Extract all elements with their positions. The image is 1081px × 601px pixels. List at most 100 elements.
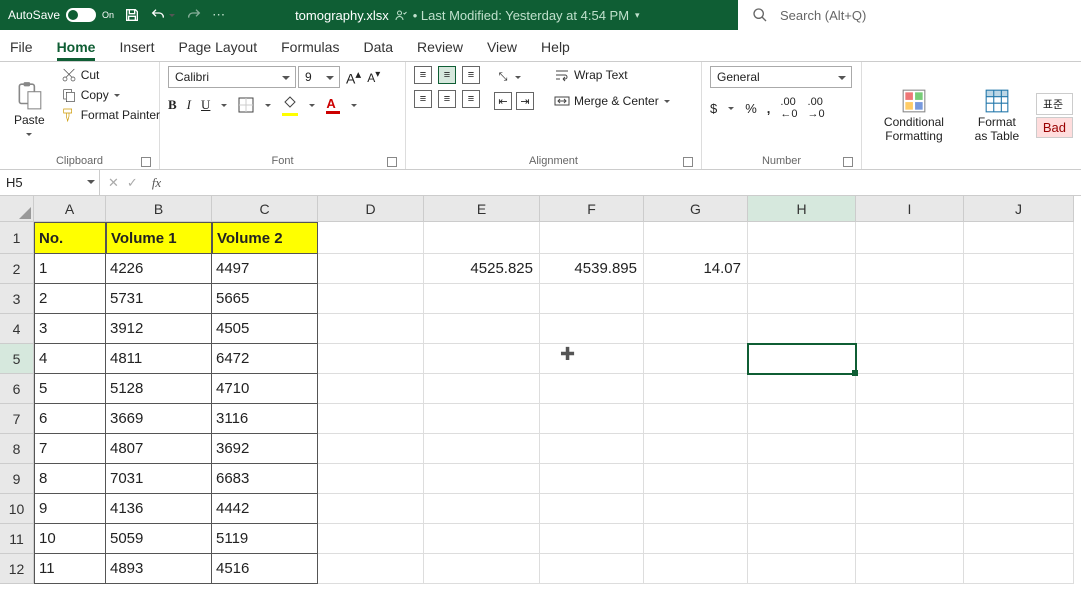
font-size-select[interactable]: 9 [298,66,340,88]
cell[interactable] [856,464,964,494]
cell[interactable] [318,344,424,374]
cell[interactable] [856,494,964,524]
increase-decimal-icon[interactable]: .00←0 [780,96,797,120]
cell[interactable]: 5731 [106,284,212,314]
cell[interactable]: 5059 [106,524,212,554]
row-header[interactable]: 11 [0,524,34,554]
cell[interactable] [856,404,964,434]
row-header[interactable]: 3 [0,284,34,314]
cell[interactable] [424,374,540,404]
cell[interactable] [856,344,964,374]
align-bottom-center-icon[interactable]: ≡ [438,90,456,108]
cell[interactable]: 8 [34,464,106,494]
row-header[interactable]: 8 [0,434,34,464]
cell[interactable]: 11 [34,554,106,584]
cell[interactable] [748,464,856,494]
dialog-launcher-icon[interactable] [387,157,397,167]
align-bottom-left-icon[interactable]: ≡ [414,90,432,108]
tab-file[interactable]: File [10,39,33,61]
search-box[interactable]: Search (Alt+Q) [738,7,1081,23]
number-format-select[interactable]: General [710,66,852,88]
cell[interactable]: 5665 [212,284,318,314]
cell[interactable] [318,524,424,554]
cell[interactable] [964,434,1074,464]
dialog-launcher-icon[interactable] [141,157,151,167]
cell[interactable] [856,314,964,344]
cell[interactable] [318,314,424,344]
cell[interactable]: 6683 [212,464,318,494]
autosave-toggle[interactable]: AutoSave On [8,8,114,22]
cell[interactable] [856,374,964,404]
column-header[interactable]: B [106,196,212,222]
cell[interactable]: 2 [34,284,106,314]
cell-style-bad[interactable]: Bad [1036,117,1073,138]
cell[interactable]: 14.07 [644,254,748,284]
cell[interactable]: 10 [34,524,106,554]
tab-review[interactable]: Review [417,39,463,61]
row-header[interactable]: 4 [0,314,34,344]
cell[interactable] [318,222,424,254]
redo-icon[interactable] [186,7,202,23]
cell[interactable] [748,404,856,434]
cell[interactable] [748,254,856,284]
accounting-format-button[interactable]: $ [710,101,717,116]
cell[interactable] [644,404,748,434]
cell[interactable] [856,524,964,554]
cell[interactable] [318,554,424,584]
cell[interactable] [748,314,856,344]
cell[interactable] [748,434,856,464]
tab-data[interactable]: Data [363,39,393,61]
cell[interactable] [964,524,1074,554]
cell[interactable] [424,554,540,584]
cell[interactable]: 4505 [212,314,318,344]
cell[interactable]: 5119 [212,524,318,554]
fill-color-button[interactable] [282,94,298,116]
cell[interactable]: 4893 [106,554,212,584]
cell[interactable]: 3692 [212,434,318,464]
cell[interactable] [424,494,540,524]
tab-formulas[interactable]: Formulas [281,39,339,61]
row-header[interactable]: 1 [0,222,34,254]
column-header[interactable]: G [644,196,748,222]
bold-button[interactable]: B [168,97,177,113]
cell[interactable]: 7 [34,434,106,464]
cell[interactable] [748,344,856,374]
cell[interactable] [540,344,644,374]
cell[interactable] [856,254,964,284]
cell[interactable] [540,374,644,404]
cell[interactable]: 6 [34,404,106,434]
cell[interactable]: 4710 [212,374,318,404]
chevron-down-icon[interactable] [308,100,316,110]
cell[interactable] [964,344,1074,374]
cell[interactable] [424,464,540,494]
cell[interactable] [644,434,748,464]
cell[interactable] [856,284,964,314]
cell[interactable]: 6472 [212,344,318,374]
cut-button[interactable]: Cut [57,66,164,84]
cell[interactable] [748,494,856,524]
decrease-font-icon[interactable]: A▾ [367,69,380,85]
qatoolbar-overflow[interactable]: ⋯ [212,7,225,23]
cell[interactable]: 4539.895 [540,254,644,284]
row-header[interactable]: 5 [0,344,34,374]
column-header[interactable]: E [424,196,540,222]
dialog-launcher-icon[interactable] [683,157,693,167]
cell[interactable] [540,524,644,554]
cell[interactable] [964,222,1074,254]
cell[interactable] [540,314,644,344]
tab-insert[interactable]: Insert [119,39,154,61]
chevron-down-icon[interactable] [220,100,228,110]
row-header[interactable]: 9 [0,464,34,494]
column-header[interactable]: H [748,196,856,222]
underline-button[interactable]: U [201,97,210,113]
formula-input[interactable] [167,170,1081,195]
cell[interactable]: 4811 [106,344,212,374]
italic-button[interactable]: I [187,97,191,113]
tab-help[interactable]: Help [541,39,570,61]
cell[interactable]: 4497 [212,254,318,284]
row-header[interactable]: 12 [0,554,34,584]
format-painter-button[interactable]: Format Painter [57,106,164,124]
cell[interactable] [644,314,748,344]
tab-view[interactable]: View [487,39,517,61]
row-header[interactable]: 7 [0,404,34,434]
